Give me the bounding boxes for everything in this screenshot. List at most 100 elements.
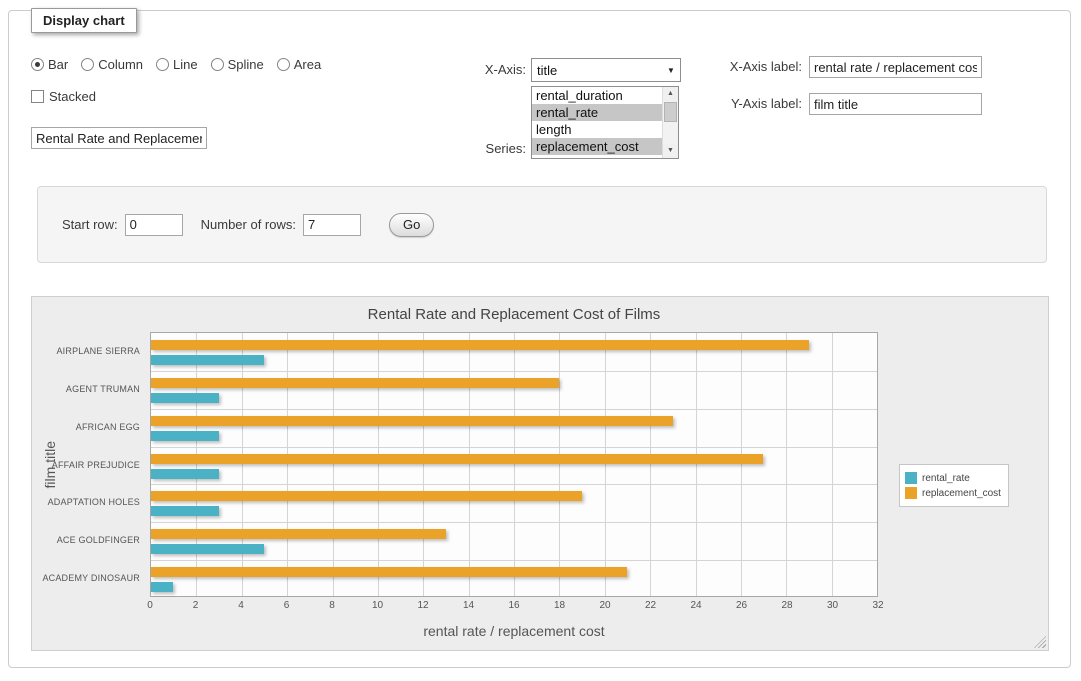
x-tick-label: 18 [554, 600, 565, 611]
x-tick-label: 32 [872, 600, 883, 611]
vertical-gridline [423, 333, 424, 596]
radio-icon[interactable] [277, 58, 290, 71]
radio-icon[interactable] [31, 58, 44, 71]
fieldset-legend: Display chart [31, 8, 137, 33]
x-tick-label: 4 [238, 600, 244, 611]
x-axis-label-input[interactable] [809, 56, 982, 78]
radio-label: Area [294, 57, 321, 72]
vertical-gridline [832, 333, 833, 596]
x-axis-title: rental rate / replacement cost [150, 623, 878, 639]
bar-rental_rate [151, 393, 219, 403]
radio-icon[interactable] [81, 58, 94, 71]
go-button[interactable]: Go [389, 213, 434, 237]
x-tick-label: 0 [147, 600, 153, 611]
bar-replacement_cost [151, 529, 446, 539]
legend-item-replacement_cost: replacement_cost [905, 487, 1001, 499]
vertical-gridline [378, 333, 379, 596]
x-axis-field-label: X-Axis: [441, 58, 526, 82]
legend-label: replacement_cost [922, 488, 1001, 499]
bar-rental_rate [151, 431, 219, 441]
chart-type-option-area[interactable]: Area [277, 57, 321, 72]
y-tick-label: ACE GOLDFINGER [57, 535, 140, 545]
radio-label: Spline [228, 57, 264, 72]
bar-replacement_cost [151, 567, 627, 577]
legend-item-rental_rate: rental_rate [905, 472, 1001, 484]
y-tick-label: ADAPTATION HOLES [48, 497, 140, 507]
vertical-gridline [605, 333, 606, 596]
bar-rental_rate [151, 544, 264, 554]
number-of-rows-label: Number of rows: [201, 217, 296, 232]
chart-type-option-spline[interactable]: Spline [211, 57, 264, 72]
vertical-gridline [333, 333, 334, 596]
legend-swatch [905, 487, 917, 499]
radio-icon[interactable] [156, 58, 169, 71]
resize-handle-icon[interactable] [1034, 636, 1046, 648]
series-option-replacement_cost[interactable]: replacement_cost [532, 138, 662, 155]
horizontal-gridline [151, 560, 877, 561]
plot-area [150, 332, 878, 597]
x-tick-label: 30 [827, 600, 838, 611]
chart-title-input[interactable] [31, 127, 207, 149]
stacked-option[interactable]: Stacked [31, 89, 96, 104]
start-row-input[interactable] [125, 214, 183, 236]
bar-replacement_cost [151, 378, 559, 388]
radio-label: Line [173, 57, 198, 72]
x-axis-label-field-label: X-Axis label: [639, 56, 802, 78]
x-tick-label: 6 [284, 600, 290, 611]
y-axis-tick-labels: AIRPLANE SIERRA AGENT TRUMAN AFRICAN EGG AF… [32, 332, 145, 597]
x-tick-label: 8 [329, 600, 335, 611]
vertical-gridline [514, 333, 515, 596]
chart-type-option-bar[interactable]: Bar [31, 57, 68, 72]
bar-rental_rate [151, 469, 219, 479]
x-tick-label: 28 [781, 600, 792, 611]
vertical-gridline [650, 333, 651, 596]
chart-legend: rental_rate replacement_cost [899, 464, 1009, 507]
chart-type-option-line[interactable]: Line [156, 57, 198, 72]
bar-replacement_cost [151, 340, 809, 350]
vertical-gridline [242, 333, 243, 596]
vertical-gridline [196, 333, 197, 596]
vertical-gridline [287, 333, 288, 596]
chart-type-radio-group: Bar Column Line Spline Area [31, 57, 321, 72]
radio-label: Bar [48, 57, 68, 72]
bar-rental_rate [151, 582, 173, 592]
bar-replacement_cost [151, 491, 582, 501]
y-tick-label: AFRICAN EGG [76, 422, 140, 432]
stacked-label: Stacked [49, 89, 96, 104]
x-tick-label: 14 [463, 600, 474, 611]
bar-replacement_cost [151, 416, 673, 426]
display-chart-fieldset: Display chart Bar Column Line Spline Area St… [8, 10, 1071, 668]
series-option-length[interactable]: length [532, 121, 662, 138]
start-row-label: Start row: [62, 217, 118, 232]
x-tick-label: 12 [417, 600, 428, 611]
bar-rental_rate [151, 355, 264, 365]
chart-container: Rental Rate and Replacement Cost of Film… [31, 296, 1049, 651]
legend-swatch [905, 472, 917, 484]
horizontal-gridline [151, 522, 877, 523]
series-field-label: Series: [441, 141, 526, 157]
x-tick-label: 2 [193, 600, 199, 611]
bar-replacement_cost [151, 454, 763, 464]
radio-icon[interactable] [211, 58, 224, 71]
x-tick-label: 20 [599, 600, 610, 611]
x-tick-label: 22 [645, 600, 656, 611]
x-tick-label: 26 [736, 600, 747, 611]
number-of-rows-input[interactable] [303, 214, 361, 236]
vertical-gridline [696, 333, 697, 596]
vertical-gridline [786, 333, 787, 596]
chart-type-option-column[interactable]: Column [81, 57, 143, 72]
y-axis-label-input[interactable] [809, 93, 982, 115]
stacked-checkbox[interactable] [31, 90, 44, 103]
horizontal-gridline [151, 447, 877, 448]
y-tick-label: AGENT TRUMAN [66, 384, 140, 394]
horizontal-gridline [151, 371, 877, 372]
chart-title: Rental Rate and Replacement Cost of Film… [150, 306, 878, 323]
legend-label: rental_rate [922, 473, 970, 484]
y-tick-label: ACADEMY DINOSAUR [42, 573, 140, 583]
y-tick-label: AFFAIR PREJUDICE [52, 460, 140, 470]
y-tick-label: AIRPLANE SIERRA [56, 346, 140, 356]
scroll-down-icon[interactable]: ▼ [663, 144, 678, 158]
x-tick-label: 10 [372, 600, 383, 611]
vertical-gridline [559, 333, 560, 596]
vertical-gridline [469, 333, 470, 596]
